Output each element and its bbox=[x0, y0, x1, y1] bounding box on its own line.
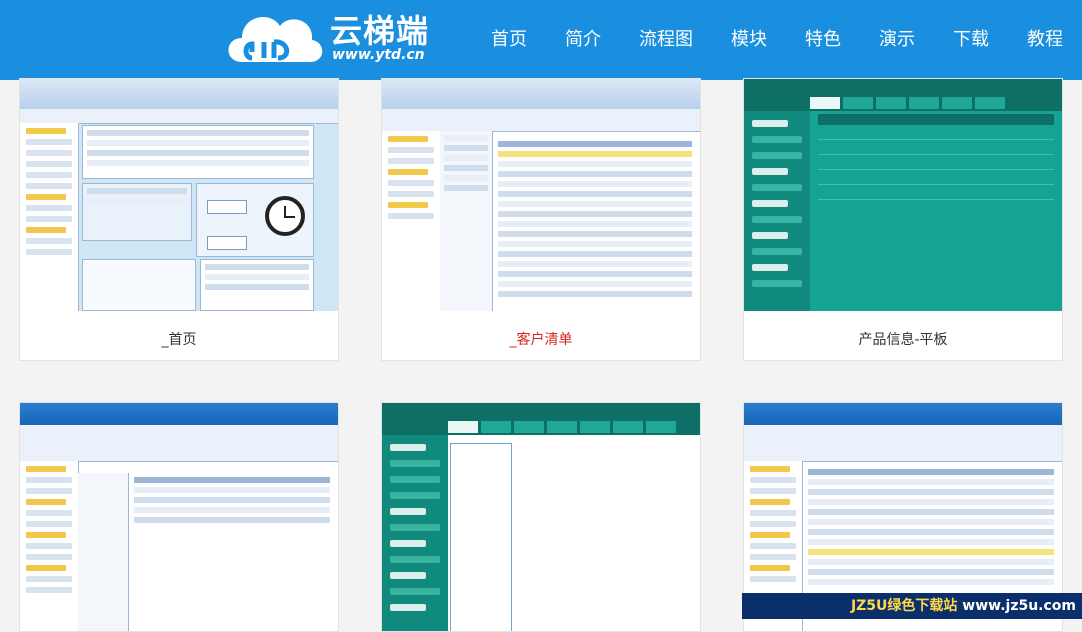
brand-domain: www.ytd.cn bbox=[332, 47, 425, 63]
teal-desktop-screenshot-thumbnail bbox=[382, 403, 700, 631]
customer-list-screenshot-thumbnail bbox=[382, 79, 700, 311]
watermark-brand: JZ5U绿色下载站 bbox=[850, 598, 958, 614]
nav-item-tutorial[interactable]: 教程 bbox=[1008, 0, 1069, 80]
nav-item-modules[interactable]: 模块 bbox=[712, 0, 786, 80]
screenshot-card-home[interactable]: _首页 bbox=[19, 78, 339, 361]
nav-item-features[interactable]: 特色 bbox=[786, 0, 860, 80]
card-caption[interactable]: _首页 bbox=[20, 329, 338, 349]
card-caption[interactable]: 产品信息-平板 bbox=[744, 329, 1062, 349]
nav-item-download[interactable]: 下载 bbox=[934, 0, 1008, 80]
nav-item-home[interactable]: 首页 bbox=[472, 0, 546, 80]
download-site-watermark: JZ5U绿色下载站 www.jz5u.com bbox=[742, 593, 1082, 619]
home-screenshot-thumbnail bbox=[20, 79, 338, 311]
site-header: 云梯端 www.ytd.cn 首页 简介 流程图 模块 特色 演示 下载 教程 bbox=[0, 0, 1082, 80]
screenshot-card-teal-desktop[interactable] bbox=[381, 402, 701, 632]
screenshot-card-products-grid[interactable] bbox=[19, 402, 339, 632]
product-tablet-screenshot-thumbnail bbox=[744, 79, 1062, 311]
brand-name: 云梯端 bbox=[330, 12, 430, 50]
nav-item-intro[interactable]: 简介 bbox=[546, 0, 620, 80]
main-nav: 首页 简介 流程图 模块 特色 演示 下载 教程 bbox=[472, 0, 1069, 80]
screenshot-card-product-tablet[interactable]: 产品信息-平板 bbox=[743, 78, 1063, 361]
card-caption[interactable]: _客户清单 bbox=[382, 329, 700, 349]
nav-item-demo[interactable]: 演示 bbox=[860, 0, 934, 80]
site-logo[interactable]: 云梯端 www.ytd.cn bbox=[222, 2, 462, 74]
screenshot-card-customer-list[interactable]: _客户清单 bbox=[381, 78, 701, 361]
clock-icon bbox=[265, 196, 305, 236]
products-grid-screenshot-thumbnail bbox=[20, 403, 338, 631]
nav-item-flowchart[interactable]: 流程图 bbox=[620, 0, 712, 80]
cloud-logo-icon bbox=[228, 16, 323, 63]
watermark-url: www.jz5u.com bbox=[962, 598, 1076, 614]
